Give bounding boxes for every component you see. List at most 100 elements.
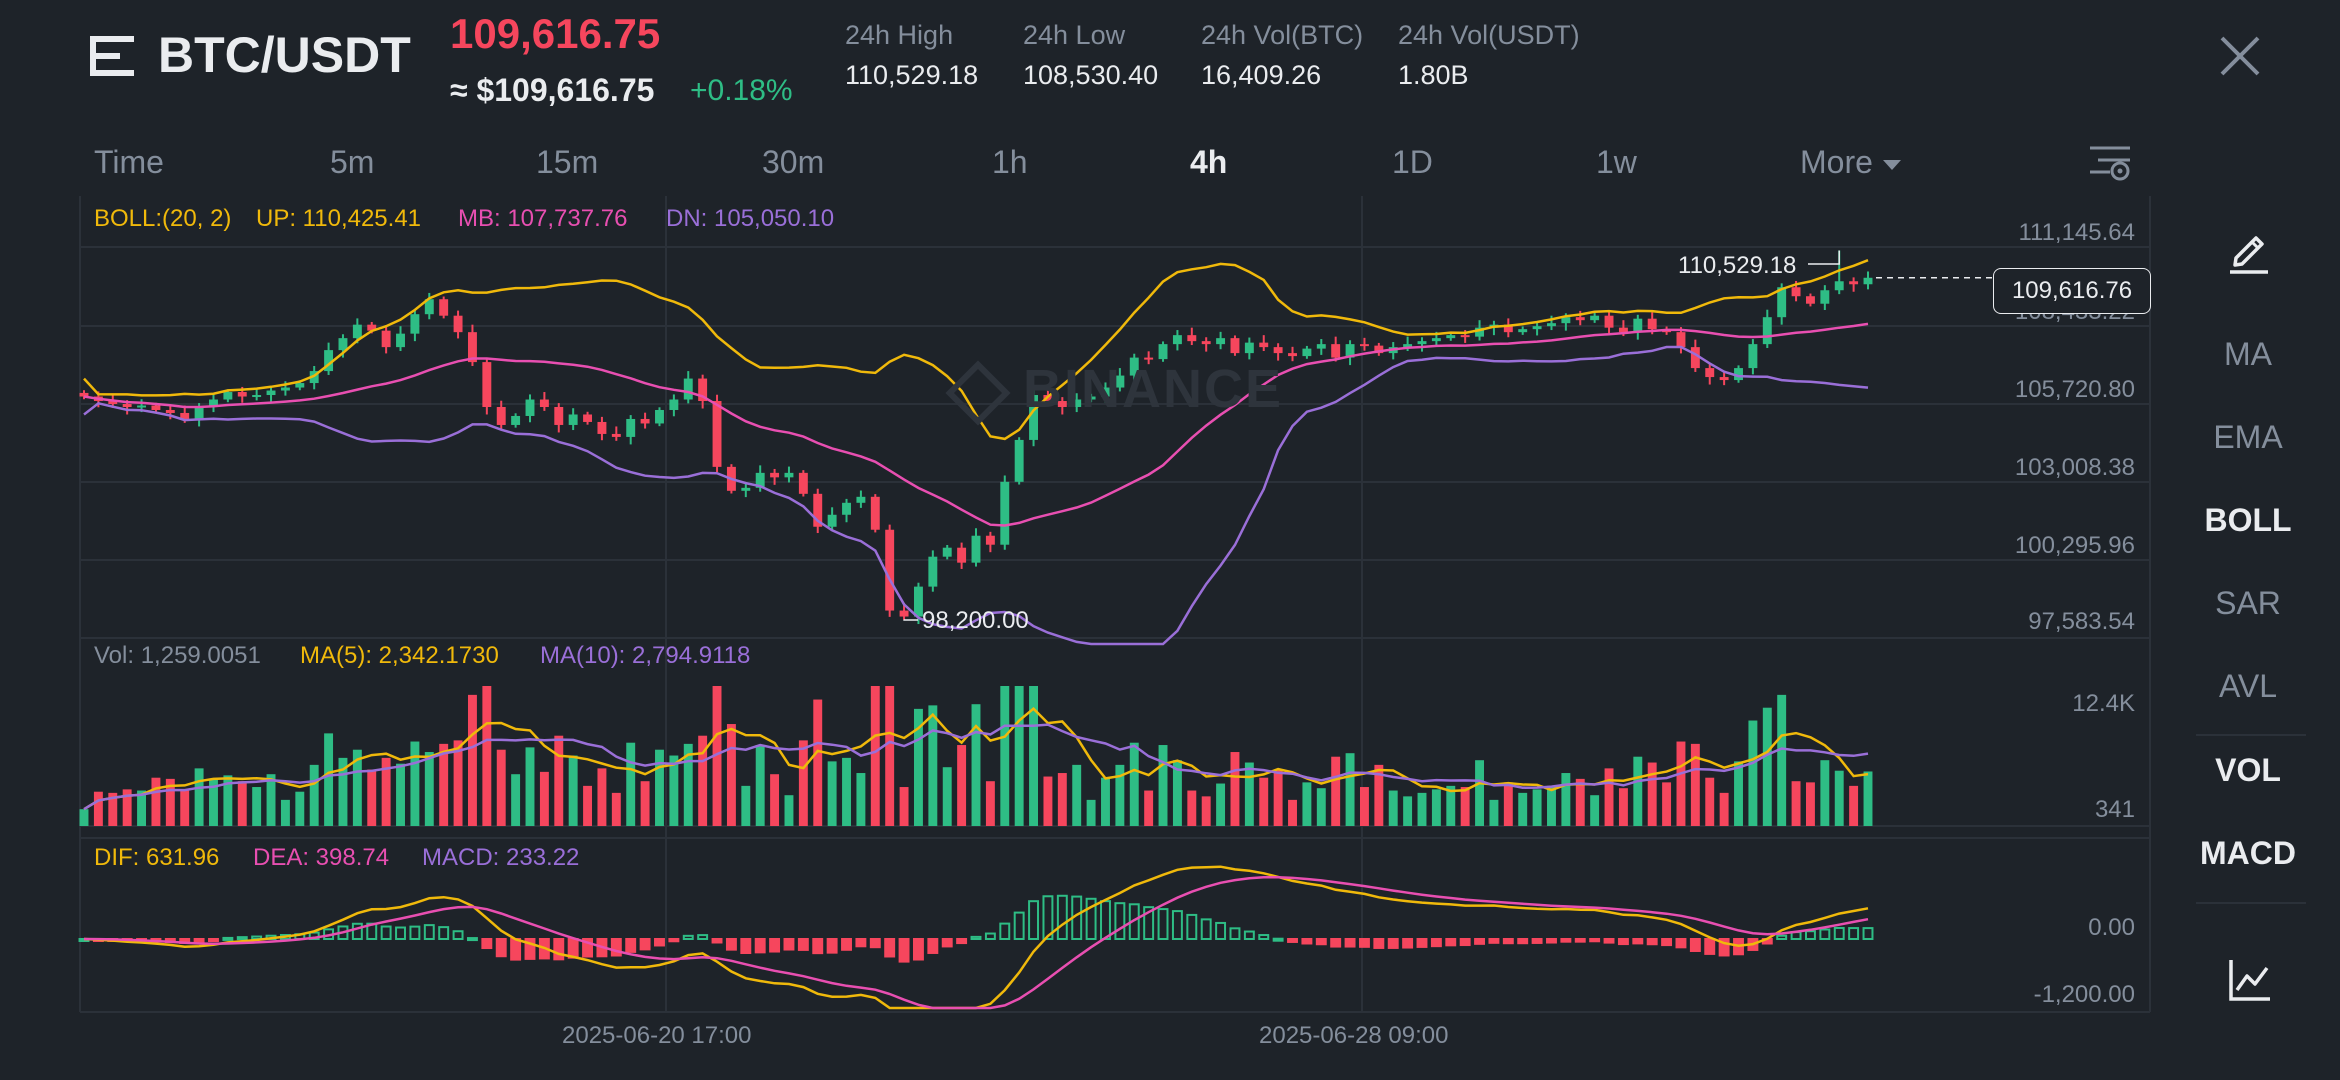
volume-bar [1158,745,1168,826]
volume-bar [1762,707,1772,826]
volume-bar [266,774,276,826]
macd-histogram-bar [1056,894,1068,941]
candle-body [1187,335,1197,342]
candle-body [798,472,808,494]
candlestick-chart[interactable] [0,0,2340,1080]
boll-params-label: BOLL:(20, 2) [94,205,232,232]
macd-histogram-bar [1546,938,1557,944]
volume-bar [1719,792,1729,826]
macd-histogram-bar [1373,938,1385,949]
macd-histogram-bar [1661,938,1673,947]
vol-ma10-label: MA(10): 2,794.9118 [540,642,751,669]
macd-histogram-bar [380,925,392,940]
macd-histogram-bar [553,938,565,961]
macd-histogram-bar [1517,938,1529,945]
candle-body [1762,317,1772,345]
macd-histogram-bar [1603,938,1615,944]
candle-body [396,333,405,348]
macd-histogram-bar [1589,938,1601,943]
candle-body [1633,318,1643,333]
volume-bar [1302,782,1312,826]
macd-histogram-bar [668,938,680,943]
volume-bar [1590,795,1600,826]
candle-body [1849,281,1859,285]
candle-body [985,535,995,545]
candle-body [842,502,851,515]
candle-body [1431,338,1441,342]
indicator-boll-button[interactable]: BOLL [2178,502,2318,539]
volume-bar [1820,760,1830,826]
price-axis-tick: 100,295.96 [2014,532,2135,559]
volume-bar [1230,752,1240,826]
indicator-vol-button[interactable]: VOL [2178,752,2318,789]
candle-body [870,496,880,530]
price-axis-tick: 105,720.80 [2014,376,2135,403]
indicator-avl-button[interactable]: AVL [2178,668,2318,705]
volume-bar [813,699,823,826]
macd-histogram-bar [567,938,579,959]
volume-bar [1676,741,1686,826]
candle-body [151,405,161,410]
macd-histogram-bar [452,930,464,940]
volume-bar [252,787,262,826]
volume-bar [1705,777,1715,826]
macd-histogram-bar [898,938,910,963]
volume-bar [1532,789,1542,826]
candle-body [583,414,593,422]
macd-histogram-bar [409,925,421,940]
boll-dn-label: DN: 105,050.10 [666,205,835,232]
volume-bar [1000,686,1010,826]
volume-bar [424,752,434,826]
macd-histogram-bar [1301,938,1313,945]
volume-bar [1403,796,1413,826]
candle-body [280,387,290,391]
macd-histogram-bar [797,938,809,951]
candle-body [1244,342,1254,354]
volume-bar [1849,785,1859,826]
macd-histogram-bar [725,938,737,951]
pencil-draw-icon[interactable] [2226,228,2272,274]
macd-histogram-bar [1243,930,1255,941]
volume-bar [1489,799,1499,826]
macd-histogram-bar [855,938,867,948]
macd-histogram-bar [826,938,838,954]
macd-histogram-bar [1617,938,1629,946]
macd-histogram-bar [783,938,795,951]
volume-bar [1475,760,1485,826]
candle-body [885,529,895,611]
macd-axis-tick: -1,200.00 [2033,981,2135,1008]
candle-body [1863,277,1873,285]
volume-bar [496,749,506,826]
indicator-macd-button[interactable]: MACD [2178,835,2318,872]
volume-bar [1604,768,1614,826]
macd-histogram-bar [1330,938,1342,948]
volume-bar [280,799,290,826]
volume-bar [1575,778,1585,826]
candle-body [899,610,909,617]
candle-body [640,418,650,424]
volume-bar [640,781,650,826]
volume-bar [755,745,765,826]
indicator-sar-button[interactable]: SAR [2178,585,2318,622]
line-chart-icon[interactable] [2228,958,2272,1002]
watermark-text: BINANCE [1023,359,1284,419]
volume-bar [1216,783,1226,826]
volume-bar [396,763,405,826]
candle-body [1834,281,1844,291]
candle-body [1748,344,1758,369]
volume-bar [367,769,377,826]
macd-histogram-bar [1344,938,1356,948]
indicator-ma-button[interactable]: MA [2178,336,2318,373]
volume-bar [309,764,319,826]
volume-bar [1863,771,1873,826]
macd-histogram-bar [1402,938,1414,949]
macd-histogram-bar [740,938,752,955]
indicator-ema-button[interactable]: EMA [2178,419,2318,456]
low-annotation: 98,200.00 [922,607,1029,634]
macd-histogram-bar [481,938,493,950]
volume-bar [1777,694,1787,826]
volume-bar [525,747,535,826]
candle-body [194,406,204,419]
candle-body [453,315,463,333]
macd-histogram-bar [984,932,996,941]
